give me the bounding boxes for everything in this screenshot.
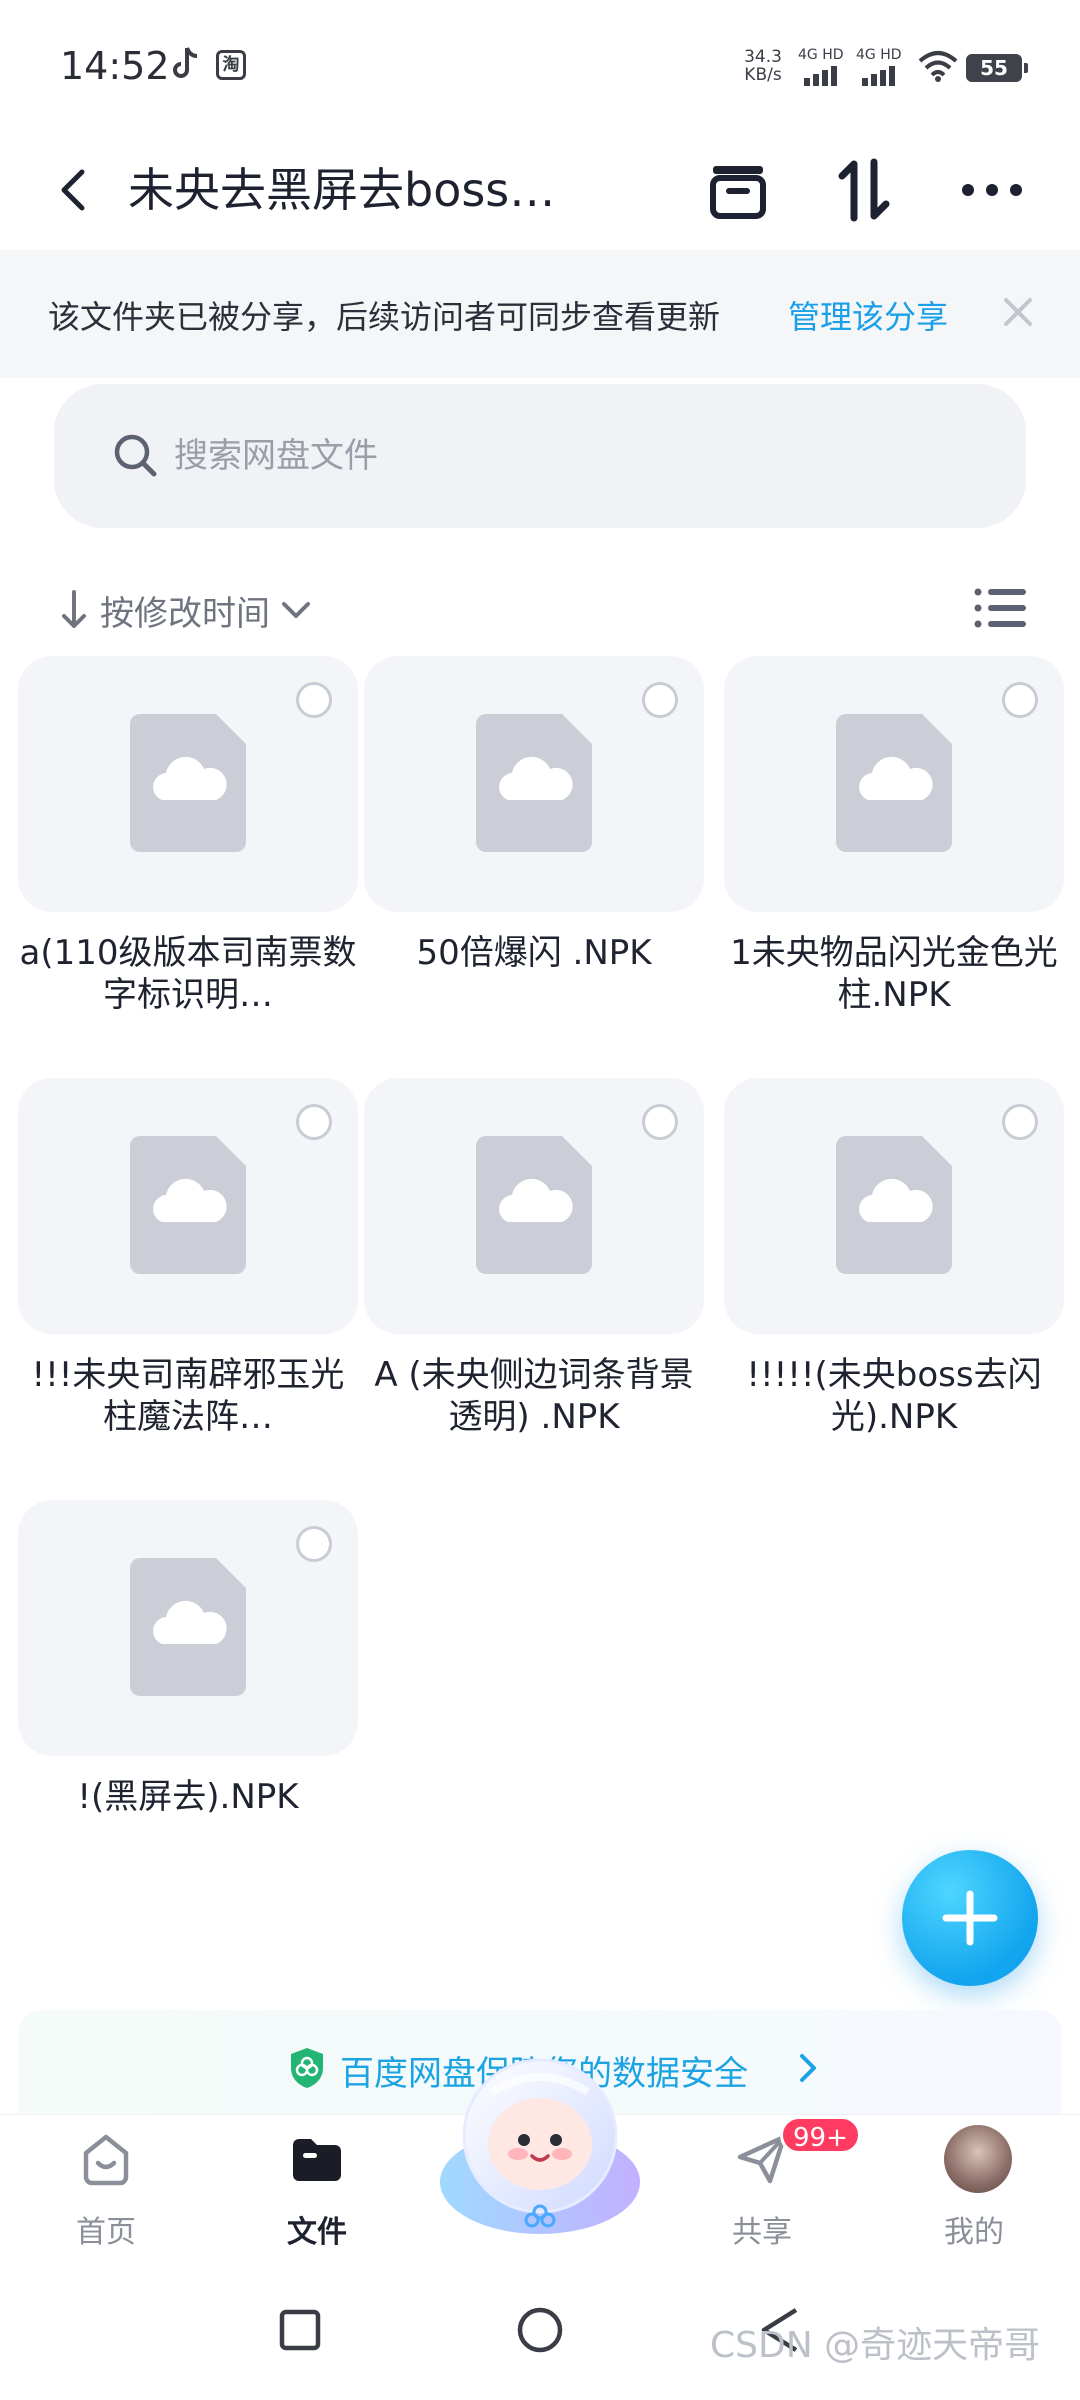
cell-signal-2: 4G HD <box>856 48 912 86</box>
select-checkbox[interactable] <box>1002 682 1038 718</box>
search-icon <box>114 434 157 477</box>
file-thumbnail[interactable] <box>364 656 704 912</box>
more-options-icon[interactable] <box>954 152 1030 228</box>
back-arrow-icon[interactable] <box>52 162 96 218</box>
nav-files-label: 文件 <box>287 2215 347 2250</box>
cloud-file-icon <box>836 1136 952 1274</box>
net-speed: 34.3 KB/s <box>738 48 788 84</box>
cloud-file-icon <box>130 1558 246 1696</box>
nav-profile-label: 我的 <box>944 2215 1004 2250</box>
arrow-down-icon <box>62 590 86 628</box>
recent-apps-icon[interactable] <box>272 2302 328 2358</box>
battery-icon: 55 <box>966 54 1028 82</box>
signal-label: 4G HD <box>798 47 844 63</box>
archive-icon[interactable] <box>700 152 776 228</box>
plus-icon <box>942 1890 998 1946</box>
search-bar[interactable] <box>54 384 1026 528</box>
avatar <box>944 2125 1012 2193</box>
cloud-file-icon <box>476 1136 592 1274</box>
file-name: !!!未央司南辟邪玉光柱魔法阵… <box>31 1355 345 1437</box>
status-time: 14:52 <box>60 44 170 88</box>
home-circle-icon[interactable] <box>512 2302 568 2358</box>
cell-signal-1: 4G HD <box>798 48 854 86</box>
file-thumbnail[interactable] <box>724 1078 1064 1334</box>
file-name: !(黑屏去).NPK <box>77 1777 299 1817</box>
select-checkbox[interactable] <box>1002 1104 1038 1140</box>
cloud-file-icon <box>130 714 246 852</box>
manage-share-link[interactable]: 管理该分享 <box>788 292 948 338</box>
sort-label: 按修改时间 <box>100 593 270 634</box>
file-thumbnail[interactable] <box>364 1078 704 1334</box>
tiktok-icon <box>173 47 198 78</box>
cloud-file-icon <box>130 1136 246 1274</box>
select-checkbox[interactable] <box>642 682 678 718</box>
share-notice-text: 该文件夹已被分享，后续访问者可同步查看更新 <box>48 298 721 336</box>
signal-bars-icon <box>862 66 898 86</box>
file-thumbnail[interactable] <box>18 656 358 912</box>
list-view-icon[interactable] <box>972 582 1028 634</box>
search-input[interactable] <box>174 424 934 488</box>
folder-icon <box>293 2139 341 2181</box>
chevron-down-icon <box>282 602 310 618</box>
cloud-file-icon <box>476 714 592 852</box>
file-name: !!!!!(未央boss去闪光).NPK <box>746 1355 1042 1437</box>
top-app-bar: 未央去黑屏去boss… <box>0 130 1080 250</box>
sort-toggle-icon[interactable] <box>826 152 902 228</box>
sort-selector[interactable]: 按修改时间 <box>56 580 316 640</box>
select-checkbox[interactable] <box>642 1104 678 1140</box>
status-bar: 14:52 淘 34.3 KB/s 4G HD 4G HD 55 <box>0 0 1080 130</box>
file-name: 50倍爆闪 .NPK <box>416 933 652 973</box>
signal-label: 4G HD <box>856 47 902 63</box>
signal-bars-icon <box>804 66 840 86</box>
file-thumbnail[interactable] <box>18 1078 358 1334</box>
close-icon[interactable] <box>996 290 1040 334</box>
nav-share-label: 共享 <box>732 2215 792 2250</box>
nav-profile[interactable]: 我的 <box>904 2115 1044 2265</box>
page-title: 未央去黑屏去boss… <box>128 163 556 217</box>
file-thumbnail[interactable] <box>724 656 1064 912</box>
wifi-icon <box>918 51 958 82</box>
notification-badge: 99+ <box>780 2116 861 2154</box>
nav-home-label: 首页 <box>76 2215 136 2250</box>
file-thumbnail[interactable] <box>18 1500 358 1756</box>
net-speed-unit: KB/s <box>744 65 782 85</box>
cloud-file-icon <box>836 714 952 852</box>
assistant-mascot-icon[interactable] <box>432 2052 648 2244</box>
nav-home[interactable]: 首页 <box>36 2115 176 2265</box>
file-name: a(110级版本司南票数字标识明… <box>19 933 357 1015</box>
net-speed-value: 34.3 <box>744 47 782 67</box>
shared-folder-banner: 该文件夹已被分享，后续访问者可同步查看更新 管理该分享 <box>0 250 1080 378</box>
nav-files[interactable]: 文件 <box>247 2115 387 2265</box>
file-name: 1未央物品闪光金色光柱.NPK <box>730 933 1058 1015</box>
chevron-right-icon <box>800 2054 816 2082</box>
select-checkbox[interactable] <box>296 1104 332 1140</box>
taobao-icon: 淘 <box>216 50 246 80</box>
shield-icon <box>291 2048 323 2088</box>
home-icon <box>83 2134 129 2186</box>
watermark: CSDN @奇迹天帝哥 <box>710 2325 1041 2366</box>
file-name: A (未央侧边词条背景透明) .NPK <box>374 1355 694 1437</box>
select-checkbox[interactable] <box>296 682 332 718</box>
select-checkbox[interactable] <box>296 1526 332 1562</box>
add-button[interactable] <box>902 1850 1038 1986</box>
